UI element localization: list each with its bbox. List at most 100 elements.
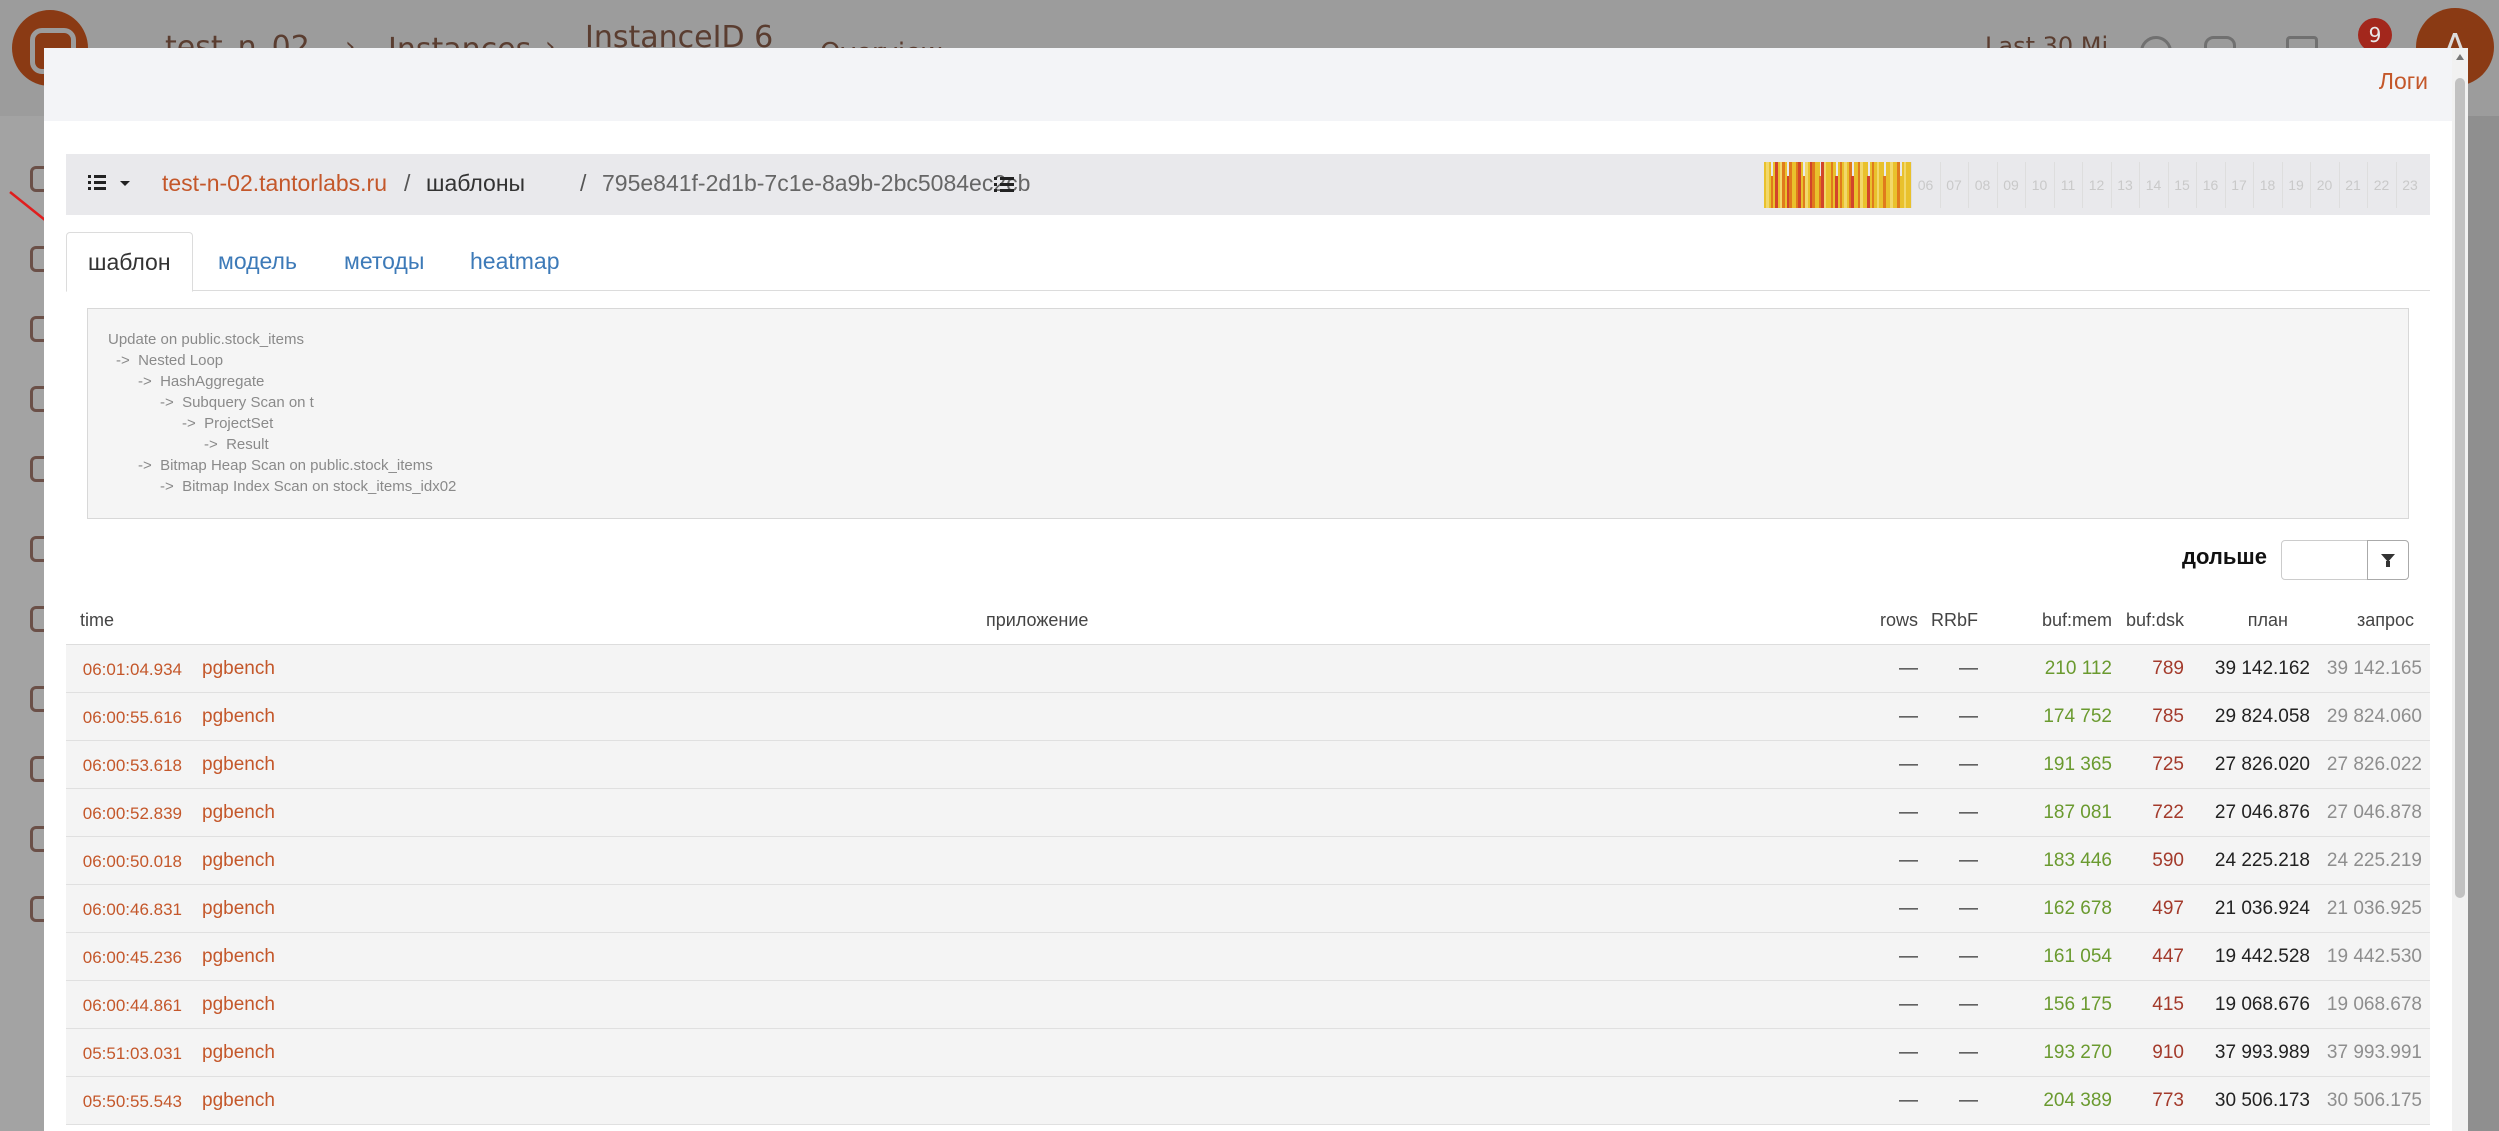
plan-line: -> HashAggregate <box>138 373 265 390</box>
column-buf-dsk[interactable]: buf:dsk <box>2106 610 2184 631</box>
list-menu-dropdown[interactable] <box>88 174 136 196</box>
modal-scrollbar[interactable] <box>2452 48 2468 1131</box>
table-row[interactable]: 06:00:45.236 pgbench — — 161 054 447 19 442.52… <box>66 933 2430 981</box>
row-buf-dsk: 785 <box>2152 706 2184 727</box>
row-request-time: 24 225.219 <box>2326 850 2422 871</box>
hour-cell[interactable]: 16 <box>2196 162 2224 208</box>
row-application[interactable]: pgbench <box>202 946 275 968</box>
row-time[interactable]: 06:00:52.839 <box>76 804 182 824</box>
query-plan-box: Update on public.stock_items -> Nested L… <box>87 308 2409 519</box>
row-buf-mem: 174 752 <box>2043 706 2112 727</box>
scrollbar-thumb[interactable] <box>2455 78 2465 898</box>
row-application[interactable]: pgbench <box>202 994 275 1016</box>
hour-cell[interactable]: 18 <box>2253 162 2281 208</box>
row-buf-dsk: 447 <box>2152 946 2184 967</box>
table-row[interactable]: 06:00:50.018 pgbench — — 183 446 590 24 225.21… <box>66 837 2430 885</box>
row-rows: — <box>1899 1090 1918 1111</box>
hour-cell[interactable]: 13 <box>2110 162 2139 208</box>
row-rows: — <box>1899 850 1918 871</box>
scroll-up-icon[interactable] <box>2456 54 2464 60</box>
row-time[interactable]: 06:00:46.831 <box>76 900 182 920</box>
hour-cell[interactable]: 14 <box>2139 162 2167 208</box>
table-row[interactable]: 05:51:03.031 pgbench — — 193 270 910 37 993.98… <box>66 1029 2430 1077</box>
table-row[interactable]: 06:01:04.934 pgbench — — 210 112 789 39 142.16… <box>66 645 2430 693</box>
column-application[interactable]: приложение <box>986 610 1088 631</box>
row-application[interactable]: pgbench <box>202 1042 275 1064</box>
hour-cell[interactable]: 19 <box>2281 162 2310 208</box>
column-time[interactable]: time <box>80 610 114 631</box>
row-application[interactable]: pgbench <box>202 802 275 824</box>
table-row[interactable]: 06:00:46.831 pgbench — — 162 678 497 21 036.92… <box>66 885 2430 933</box>
row-buf-dsk: 497 <box>2152 898 2184 919</box>
logs-link[interactable]: Логи <box>2379 68 2428 95</box>
column-rrbf[interactable]: RRbF <box>1926 610 1978 631</box>
row-time[interactable]: 06:00:44.861 <box>76 996 182 1016</box>
plan-line: -> Bitmap Index Scan on stock_items_idx0… <box>160 478 457 495</box>
plan-line: -> Result <box>204 436 269 453</box>
row-buf-dsk: 773 <box>2152 1090 2184 1111</box>
hour-cell[interactable]: 21 <box>2338 162 2367 208</box>
plan-line: Update on public.stock_items <box>108 331 304 348</box>
column-buf-mem[interactable]: buf:mem <box>1996 610 2112 631</box>
tab-bar: шаблон модель методы heatmap <box>66 232 2430 292</box>
duration-filter-label: дольше <box>2182 544 2267 569</box>
row-application[interactable]: pgbench <box>202 658 275 680</box>
row-application[interactable]: pgbench <box>202 898 275 920</box>
hour-cell[interactable]: 12 <box>2082 162 2110 208</box>
row-time[interactable]: 05:51:03.031 <box>76 1044 182 1064</box>
table-row[interactable]: 06:00:53.618 pgbench — — 191 365 725 27 826.02… <box>66 741 2430 789</box>
column-request[interactable]: запрос <box>2316 610 2414 631</box>
filter-button[interactable] <box>2367 540 2409 580</box>
hour-cell[interactable]: 17 <box>2224 162 2253 208</box>
tab-heatmap[interactable]: heatmap <box>470 232 560 290</box>
duration-filter-input[interactable] <box>2281 540 2369 580</box>
row-time[interactable]: 06:00:53.618 <box>76 756 182 776</box>
hour-cell[interactable]: 20 <box>2310 162 2338 208</box>
row-time[interactable]: 06:01:04.934 <box>76 660 182 680</box>
row-rows: — <box>1899 946 1918 967</box>
row-plan-time: 39 142.162 <box>2214 658 2310 679</box>
tab-template[interactable]: шаблон <box>66 232 193 292</box>
row-application[interactable]: pgbench <box>202 754 275 776</box>
hour-cell[interactable]: 10 <box>2025 162 2053 208</box>
hour-cell[interactable]: 08 <box>1968 162 1996 208</box>
table-row[interactable]: 05:50:55.543 pgbench — — 204 389 773 30 506.17… <box>66 1077 2430 1125</box>
hour-cell[interactable]: 11 <box>2053 162 2082 208</box>
row-time[interactable]: 06:00:55.616 <box>76 708 182 728</box>
hour-cell[interactable]: 15 <box>2167 162 2196 208</box>
row-time[interactable]: 06:00:50.018 <box>76 852 182 872</box>
row-application[interactable]: pgbench <box>202 706 275 728</box>
table-row[interactable]: 06:00:44.861 pgbench — — 156 175 415 19 068.67… <box>66 981 2430 1029</box>
column-plan[interactable]: план <box>2196 610 2288 631</box>
row-buf-mem: 183 446 <box>2043 850 2112 871</box>
row-application[interactable]: pgbench <box>202 850 275 872</box>
row-rrbf: — <box>1959 994 1978 1015</box>
tab-model[interactable]: модель <box>218 232 297 290</box>
list-view-icon[interactable] <box>994 175 1014 195</box>
bg-notification-badge: 9 <box>2358 18 2392 52</box>
breadcrumb-templates-link[interactable]: шаблоны <box>426 170 525 197</box>
row-time[interactable]: 05:50:55.543 <box>76 1092 182 1112</box>
hour-cell[interactable]: 09 <box>1996 162 2025 208</box>
row-rows: — <box>1899 1042 1918 1063</box>
row-plan-time: 37 993.989 <box>2214 1042 2310 1063</box>
row-rrbf: — <box>1959 754 1978 775</box>
hour-cell[interactable]: 22 <box>2367 162 2395 208</box>
row-buf-mem: 162 678 <box>2043 898 2112 919</box>
row-application[interactable]: pgbench <box>202 1090 275 1112</box>
row-buf-dsk: 789 <box>2152 658 2184 679</box>
table-row[interactable]: 06:00:55.616 pgbench — — 174 752 785 29 824.05… <box>66 693 2430 741</box>
row-request-time: 39 142.165 <box>2326 658 2422 679</box>
hour-cell[interactable]: 23 <box>2395 162 2424 208</box>
breadcrumb-host-link[interactable]: test-n-02.tantorlabs.ru <box>162 170 387 197</box>
list-icon <box>88 174 106 192</box>
table-row[interactable]: 06:00:52.839 pgbench — — 187 081 722 27 046.87… <box>66 789 2430 837</box>
hour-cell[interactable]: 07 <box>1939 162 1968 208</box>
column-rows[interactable]: rows <box>1876 610 1918 631</box>
row-time[interactable]: 06:00:45.236 <box>76 948 182 968</box>
hourly-heat-strip[interactable]: 06 07 08 09 10 11 12 13 14 15 16 17 18 19 20 21 22 23 <box>1764 162 2424 208</box>
breadcrumb-separator: / <box>404 170 411 196</box>
hour-cell[interactable]: 06 <box>1911 162 1939 208</box>
tab-methods[interactable]: методы <box>344 232 424 290</box>
row-rrbf: — <box>1959 898 1978 919</box>
